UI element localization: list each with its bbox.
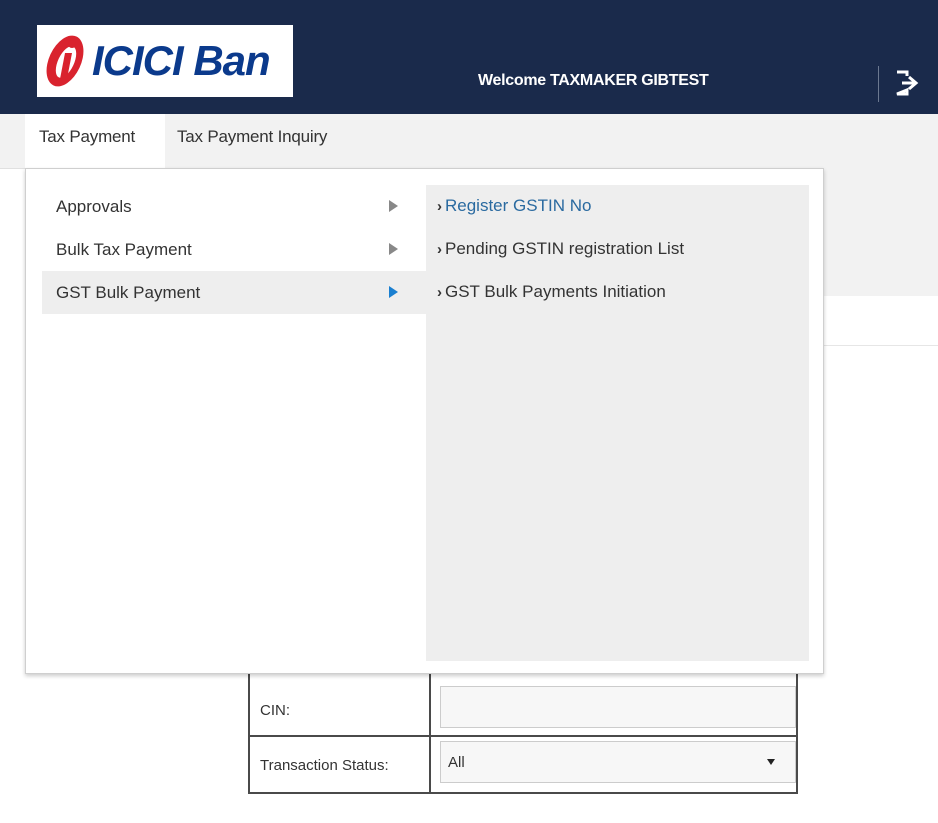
submenu-item-register-gstin[interactable]: › Register GSTIN No — [437, 191, 591, 221]
welcome-label: Welcome — [478, 72, 546, 89]
menu-item-gst-bulk-payment[interactable]: GST Bulk Payment — [42, 271, 426, 314]
table-row-divider — [250, 735, 796, 737]
cin-input[interactable] — [440, 686, 796, 728]
submenu-item-label: GST Bulk Payments Initiation — [445, 282, 666, 301]
chevron-right-icon: › — [437, 241, 442, 258]
transaction-status-label: Transaction Status: — [260, 757, 389, 774]
menu-item-bulk-tax-payment[interactable]: Bulk Tax Payment — [42, 228, 426, 271]
tab-tax-payment[interactable]: Tax Payment — [25, 114, 165, 168]
logout-button[interactable] — [895, 70, 919, 96]
transaction-status-select[interactable]: All — [440, 741, 796, 783]
menu-item-label: Bulk Tax Payment — [56, 240, 192, 259]
welcome-message: Welcome TAXMAKER GIBTEST — [478, 72, 709, 90]
background-panel — [823, 168, 938, 296]
user-name: TAXMAKER GIBTEST — [550, 72, 709, 89]
main-navbar: Tax Payment Tax Payment Inquiry — [0, 114, 938, 169]
logo-text: ICICI Ban — [92, 37, 271, 84]
submenu-item-gst-bulk-payments-initiation[interactable]: › GST Bulk Payments Initiation — [437, 277, 666, 307]
search-form-table: CIN: Transaction Status: All — [248, 672, 798, 794]
chevron-right-icon: › — [437, 198, 442, 215]
submenu-item-pending-gstin-list[interactable]: › Pending GSTIN registration List — [437, 234, 684, 264]
submenu-item-label: Register GSTIN No — [445, 196, 592, 215]
gst-bulk-payment-submenu: › Register GSTIN No › Pending GSTIN regist… — [426, 185, 809, 661]
transaction-status-value: All — [448, 754, 465, 771]
chevron-right-icon — [389, 286, 398, 298]
header-divider — [878, 66, 879, 102]
chevron-right-icon: › — [437, 284, 442, 301]
tab-tax-payment-inquiry[interactable]: Tax Payment Inquiry — [177, 114, 327, 168]
top-header: ICICI Ban Welcome TAXMAKER GIBTEST — [0, 0, 938, 114]
chevron-right-icon — [389, 200, 398, 212]
caret-down-icon — [767, 759, 775, 765]
menu-item-approvals[interactable]: Approvals — [42, 185, 426, 228]
submenu-item-label: Pending GSTIN registration List — [445, 239, 685, 258]
logout-icon — [896, 70, 919, 96]
chevron-right-icon — [389, 243, 398, 255]
logo-emblem-icon — [46, 35, 84, 87]
bank-logo[interactable]: ICICI Ban — [37, 25, 293, 97]
menu-item-label: Approvals — [56, 197, 132, 216]
table-column-divider — [429, 672, 431, 792]
cin-label: CIN: — [260, 702, 290, 719]
menu-item-label: GST Bulk Payment — [56, 283, 201, 302]
background-divider — [823, 345, 938, 346]
tax-payment-dropdown: Approvals Bulk Tax Payment GST Bulk Paym… — [25, 168, 824, 674]
